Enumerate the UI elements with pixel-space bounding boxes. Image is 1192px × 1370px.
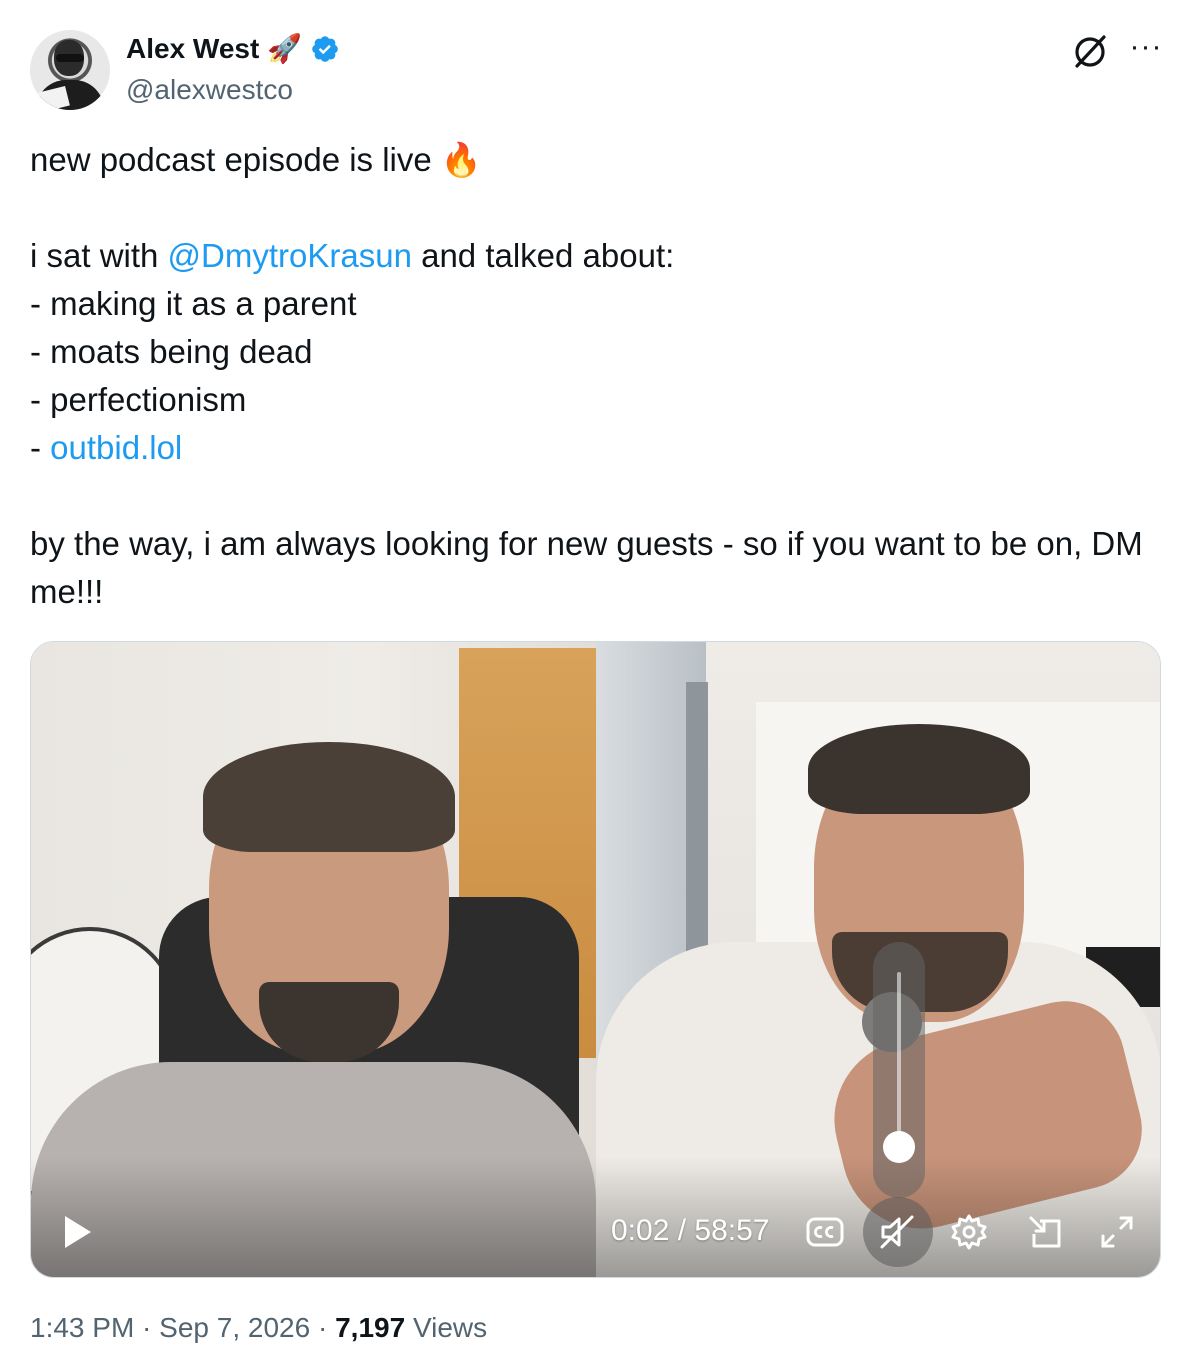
pip-icon[interactable] [1025,1212,1065,1252]
volume-knob[interactable] [883,1131,915,1163]
mute-icon[interactable] [877,1212,917,1252]
rocket-emoji: 🚀 [267,33,303,64]
duration: 58:57 [694,1214,770,1247]
tweet-date[interactable]: Sep 7, 2026 [159,1312,310,1343]
more-icon[interactable]: ··· [1128,32,1164,68]
avatar[interactable] [30,30,110,110]
views-label: Views [405,1312,488,1343]
mention-link[interactable]: @DmytroKrasun [168,237,412,274]
tweet-line-1-text: new podcast episode is live [30,141,441,178]
avatar-glasses [56,54,84,62]
verified-badge-icon[interactable] [310,34,340,64]
volume-slider[interactable] [873,942,925,1198]
bullet-1: - making it as a parent [30,285,357,322]
author-name-row[interactable]: Alex West 🚀 [126,32,340,65]
tweet-line-1: new podcast episode is live 🔥 [30,136,1162,184]
bullet-2: - moats being dead [30,333,313,370]
outbid-link[interactable]: outbid.lol [50,429,182,466]
fire-emoji: 🔥 [440,141,482,178]
views-count: 7,197 [335,1312,406,1343]
tweet-line-2-before: i sat with [30,237,168,274]
person-right-hair [808,724,1030,814]
gear-icon[interactable] [949,1212,989,1252]
video-time: 0:02 / 58:57 [611,1214,769,1248]
meta-dot: · [310,1312,336,1343]
tweet-line-2: i sat with @DmytroKrasun and talked abou… [30,232,1162,280]
tweet-meta: 1:43 PM · Sep 7, 2026 · 7,197 Views [30,1312,487,1344]
tweet-line-2-after: and talked about: [411,237,675,274]
tweet-closing: by the way, i am always looking for new … [30,525,1143,610]
author-name[interactable]: Alex West [126,33,259,65]
bullet-4-prefix: - [30,429,51,466]
tweet-text: new podcast episode is live 🔥 i sat with… [30,136,1162,616]
bullet-4: - outbid.lol [30,424,1162,472]
video-player[interactable]: 0:02 / 58:57 [30,641,1161,1278]
fullscreen-icon[interactable] [1097,1212,1137,1252]
cc-icon[interactable] [805,1212,845,1252]
bullet-3: - perfectionism [30,381,247,418]
play-icon[interactable] [61,1214,93,1250]
meta-dot: · [134,1312,160,1343]
grok-icon[interactable] [1070,32,1110,72]
tweet-header: Alex West 🚀 @alexwestco ··· [30,30,1162,112]
current-time: 0:02 [611,1214,670,1247]
person-left-hair [203,742,455,852]
avatar-newspaper [30,85,70,110]
time-separator: / [669,1214,695,1247]
author-handle[interactable]: @alexwestco [126,74,293,106]
tweet-time[interactable]: 1:43 PM [30,1312,134,1343]
controls-gradient [31,1157,1160,1277]
